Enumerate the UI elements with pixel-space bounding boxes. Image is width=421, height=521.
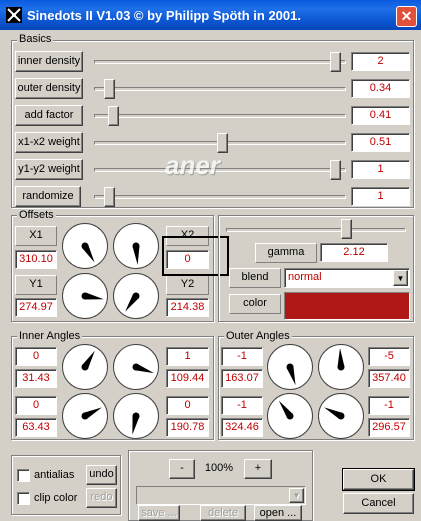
outer-d-value[interactable]: 296.57 xyxy=(368,418,410,437)
basics-value-field[interactable]: 0.51 xyxy=(351,133,410,152)
basics-row-label[interactable]: randomize xyxy=(15,186,81,207)
outer-angles-label: Outer Angles xyxy=(224,330,292,342)
outer-c-dial[interactable] xyxy=(266,392,314,440)
outer-a-value[interactable]: 163.07 xyxy=(221,369,263,388)
basics-slider-track[interactable] xyxy=(94,60,346,64)
offsets-label: Offsets xyxy=(17,209,56,221)
basics-value-field[interactable]: 2 xyxy=(351,52,410,71)
zoom-level: 100% xyxy=(204,462,234,474)
color-label: color xyxy=(229,294,281,314)
outer-d-top[interactable]: -1 xyxy=(368,396,410,415)
open-button[interactable]: open ... xyxy=(254,505,302,521)
basics-value-field[interactable]: 0.34 xyxy=(351,79,410,98)
outer-d-dial[interactable] xyxy=(317,392,365,440)
basics-value-field[interactable]: 1 xyxy=(351,160,410,179)
basics-slider-thumb[interactable] xyxy=(104,79,115,99)
inner-d-value[interactable]: 190.78 xyxy=(166,418,209,437)
y2-label: Y2 xyxy=(166,275,209,295)
inner-b-top[interactable]: 1 xyxy=(166,347,209,366)
close-icon: ✕ xyxy=(400,8,413,24)
inner-d-top[interactable]: 0 xyxy=(166,396,209,415)
inner-angles-label: Inner Angles xyxy=(17,330,83,342)
antialias-label: antialias xyxy=(34,469,75,481)
inner-c-value[interactable]: 63.43 xyxy=(15,418,57,437)
undo-button[interactable]: undo xyxy=(86,465,117,485)
preset-select[interactable]: ▼ xyxy=(136,486,306,505)
basics-row-label[interactable]: outer density xyxy=(15,78,83,99)
save-button[interactable]: save ... xyxy=(138,505,180,521)
gamma-label: gamma xyxy=(255,243,317,263)
clip-color-checkbox[interactable] xyxy=(17,492,30,505)
gamma-field[interactable]: 2.12 xyxy=(320,243,388,262)
basics-slider-track[interactable] xyxy=(94,168,346,172)
y1-label: Y1 xyxy=(15,275,57,295)
window-title: Sinedots II V1.03 © by Philipp Spöth in … xyxy=(27,8,301,23)
inner-c-top[interactable]: 0 xyxy=(15,396,57,415)
watermark: aner xyxy=(165,150,220,180)
x2-dial[interactable] xyxy=(112,222,160,270)
inner-a-top[interactable]: 0 xyxy=(15,347,57,366)
title-bar[interactable]: Sinedots II V1.03 © by Philipp Spöth in … xyxy=(0,0,421,30)
redo-button[interactable]: redo xyxy=(86,488,117,508)
blend-label: blend xyxy=(229,268,281,288)
inner-b-dial[interactable] xyxy=(112,343,160,391)
outer-a-top[interactable]: -1 xyxy=(221,347,263,366)
x1-field[interactable]: 310.10 xyxy=(15,250,57,269)
outer-c-top[interactable]: -1 xyxy=(221,396,263,415)
basics-row-label[interactable]: y1-y2 weight xyxy=(15,159,83,180)
chevron-down-icon[interactable]: ▼ xyxy=(289,488,304,503)
basics-slider-thumb[interactable] xyxy=(104,187,115,207)
antialias-checkbox[interactable] xyxy=(17,469,30,482)
inner-c-dial[interactable] xyxy=(61,392,109,440)
outer-b-top[interactable]: -5 xyxy=(368,347,410,366)
outer-b-value[interactable]: 357.40 xyxy=(368,369,410,388)
basics-value-field[interactable]: 0.41 xyxy=(351,106,410,125)
basics-value-field[interactable]: 1 xyxy=(351,187,410,206)
basics-row-label[interactable]: inner density xyxy=(15,51,83,72)
basics-row-label[interactable]: x1-x2 weight xyxy=(15,132,83,153)
close-button[interactable]: ✕ xyxy=(396,6,417,27)
outer-b-dial[interactable] xyxy=(317,343,365,391)
cancel-button[interactable]: Cancel xyxy=(343,493,414,514)
y2-field[interactable]: 214.38 xyxy=(166,298,209,317)
basics-label: Basics xyxy=(17,33,54,45)
basics-slider-track[interactable] xyxy=(94,87,346,91)
inner-b-value[interactable]: 109.44 xyxy=(166,369,209,388)
blend-select[interactable]: normal ▼ xyxy=(284,268,410,288)
basics-slider-track[interactable] xyxy=(94,114,346,118)
x1-dial[interactable] xyxy=(61,222,109,270)
y1-dial[interactable] xyxy=(61,272,109,320)
inner-a-dial[interactable] xyxy=(61,343,109,391)
outer-c-value[interactable]: 324.46 xyxy=(221,418,263,437)
delete-button[interactable]: delete xyxy=(200,505,246,521)
basics-slider-thumb[interactable] xyxy=(330,160,341,180)
color-swatch[interactable] xyxy=(284,292,410,320)
basics-row-label[interactable]: add factor xyxy=(15,105,83,126)
basics-slider-thumb[interactable] xyxy=(330,52,341,72)
gamma-slider-thumb[interactable] xyxy=(341,219,352,239)
chevron-down-icon[interactable]: ▼ xyxy=(393,270,408,286)
x1-label: X1 xyxy=(15,226,57,246)
inner-d-dial[interactable] xyxy=(112,392,160,440)
app-icon xyxy=(6,7,22,23)
basics-slider-thumb[interactable] xyxy=(108,106,119,126)
inner-a-value[interactable]: 31.43 xyxy=(15,369,57,388)
outer-a-dial[interactable] xyxy=(266,343,314,391)
basics-slider-track[interactable] xyxy=(94,195,346,199)
zoom-in-button[interactable]: + xyxy=(244,459,272,479)
gamma-slider-track[interactable] xyxy=(226,228,406,232)
blend-value: normal xyxy=(288,271,322,283)
clip-color-label: clip color xyxy=(34,492,78,504)
zoom-out-button[interactable]: - xyxy=(169,459,195,479)
y2-dial[interactable] xyxy=(112,272,160,320)
y1-field[interactable]: 274.97 xyxy=(15,298,57,317)
ok-button[interactable]: OK xyxy=(342,468,415,491)
